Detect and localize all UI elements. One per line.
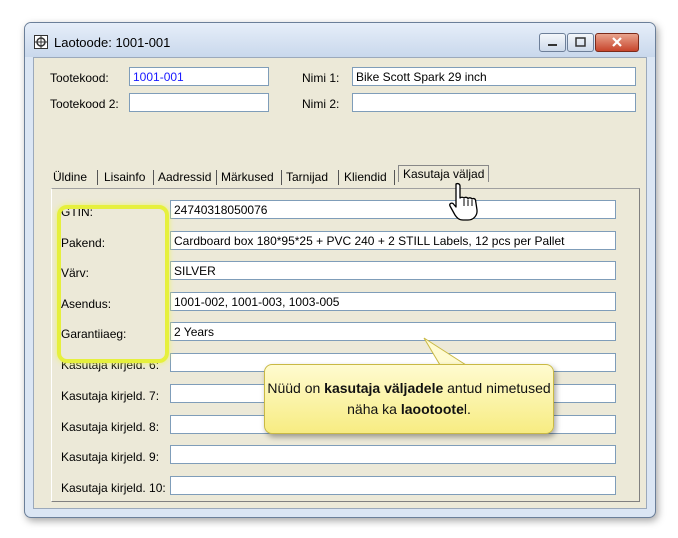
field-input-garantiiaeg[interactable]: 2 Years: [170, 322, 616, 341]
tab-markused[interactable]: Märkused: [221, 170, 274, 184]
client-area: Tootekood: 1001-001 Tootekood 2: Nimi 1:…: [33, 57, 647, 509]
nimi2-label: Nimi 2:: [302, 97, 340, 111]
close-button[interactable]: [595, 33, 639, 52]
field-label-kirjeld-8: Kasutaja kirjeld. 8:: [61, 420, 160, 434]
tab-uldine[interactable]: Üldine: [53, 170, 87, 184]
tootekood-field[interactable]: 1001-001: [129, 67, 269, 86]
highlight-frame: [57, 205, 169, 363]
callout-bold-2: laootoote: [400, 401, 464, 417]
maximize-icon: [575, 37, 586, 47]
tab-separator: [394, 170, 395, 185]
callout-text-1: Nüüd on: [267, 380, 325, 396]
field-label-kirjeld-10: Kasutaja kirjeld. 10:: [61, 481, 166, 495]
field-label-kirjeld-9: Kasutaja kirjeld. 9:: [61, 450, 160, 464]
field-input-gtin[interactable]: 24740318050076: [170, 200, 616, 219]
tootekood-label: Tootekood:: [50, 71, 109, 85]
title-bar[interactable]: Laotoode: 1001-001: [25, 23, 655, 57]
tab-separator: [281, 170, 282, 185]
tab-tarnijad[interactable]: Tarnijad: [286, 170, 328, 184]
callout-note: Nüüd on kasutaja väljadele antud nimetus…: [264, 364, 554, 434]
hand-cursor-icon: [449, 182, 478, 221]
nimi2-field[interactable]: [352, 93, 636, 112]
close-icon: [612, 37, 622, 47]
tab-separator: [97, 170, 98, 185]
tootekood2-label: Tootekood 2:: [50, 97, 119, 111]
tab-lisainfo[interactable]: Lisainfo: [104, 170, 145, 184]
callout-bold-1: kasutaja väljadele: [324, 380, 444, 396]
nimi1-label: Nimi 1:: [302, 71, 340, 85]
app-icon: [34, 35, 48, 49]
field-input-kirjeld-9[interactable]: [170, 445, 616, 464]
field-input-varv[interactable]: SILVER: [170, 261, 616, 280]
tab-separator: [153, 170, 154, 185]
field-input-kirjeld-10[interactable]: [170, 476, 616, 495]
maximize-button[interactable]: [567, 33, 594, 52]
callout-text-3: l.: [463, 401, 471, 417]
tab-aadressid[interactable]: Aadressid: [158, 170, 211, 184]
window-title: Laotoode: 1001-001: [54, 35, 171, 50]
field-input-asendus[interactable]: 1001-002, 1001-003, 1003-005: [170, 292, 616, 311]
tootekood2-field[interactable]: [129, 93, 269, 112]
tab-kasutaja-valjad[interactable]: Kasutaja väljad: [398, 165, 490, 182]
tab-kliendid[interactable]: Kliendid: [344, 170, 387, 184]
minimize-button[interactable]: [539, 33, 566, 52]
tab-separator: [338, 170, 339, 185]
field-input-pakend[interactable]: Cardboard box 180*95*25 + PVC 240 + 2 ST…: [170, 231, 616, 250]
field-label-kirjeld-7: Kasutaja kirjeld. 7:: [61, 389, 160, 403]
product-window: Laotoode: 1001-001 Tootekood: 1001-001 T…: [24, 22, 656, 518]
nimi1-field[interactable]: Bike Scott Spark 29 inch: [352, 67, 636, 86]
tab-separator: [216, 170, 217, 185]
minimize-icon: [548, 44, 557, 46]
